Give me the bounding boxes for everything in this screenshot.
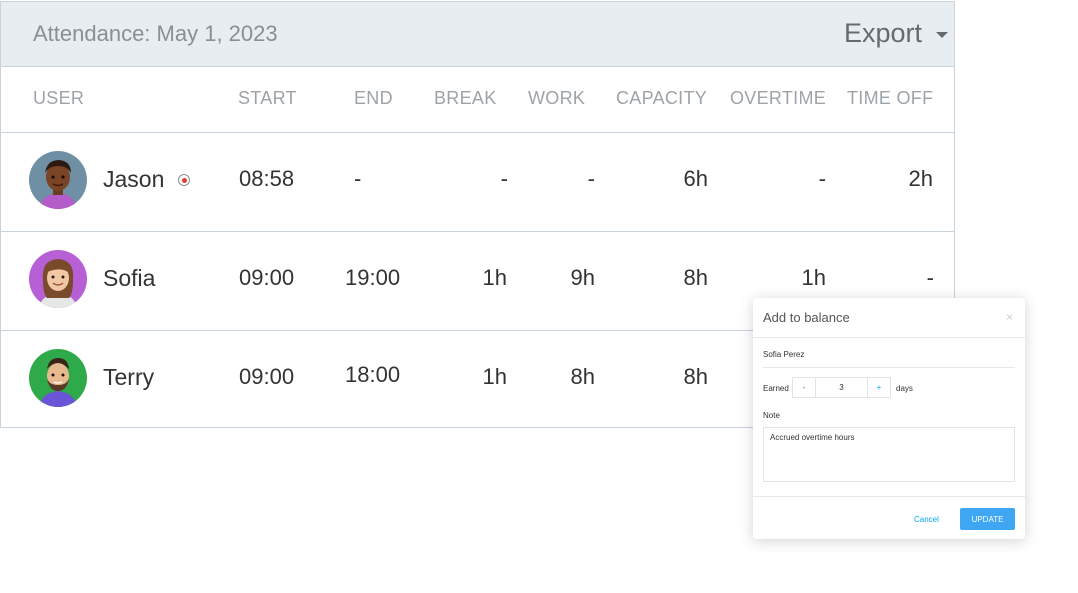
col-work[interactable]: WORK xyxy=(528,88,585,109)
panel-header: Attendance: May 1, 2023 Export xyxy=(1,2,954,67)
earned-stepper: - 3 + xyxy=(792,377,891,398)
divider xyxy=(763,367,1015,368)
dialog-header: Add to balance × xyxy=(753,298,1025,338)
earned-label: Earned xyxy=(763,384,789,393)
user-name[interactable]: Jason xyxy=(103,166,164,193)
avatar xyxy=(29,349,87,407)
col-end[interactable]: END xyxy=(354,88,393,109)
cell-work: - xyxy=(587,166,595,191)
earned-value-input[interactable]: 3 xyxy=(816,378,867,397)
divider xyxy=(753,496,1025,497)
table-header: USER START END BREAK WORK CAPACITY OVERT… xyxy=(1,67,954,133)
cell-start: 08:58 xyxy=(239,166,295,191)
recording-icon xyxy=(178,174,190,186)
col-capacity[interactable]: CAPACITY xyxy=(616,88,707,109)
avatar xyxy=(29,250,87,308)
dialog-title: Add to balance xyxy=(763,310,850,325)
cell-time-off: - xyxy=(926,265,934,290)
decrement-button[interactable]: - xyxy=(793,378,816,397)
avatar xyxy=(29,151,87,209)
note-textarea[interactable]: Accrued overtime hours xyxy=(763,427,1015,482)
cell-time-off: 2h xyxy=(908,166,933,191)
cell-overtime: 1h xyxy=(801,265,826,290)
close-icon[interactable]: × xyxy=(1006,310,1013,324)
col-user[interactable]: USER xyxy=(33,88,84,109)
cell-end: - xyxy=(354,166,362,191)
cell-end: 18:00 xyxy=(345,362,401,387)
days-unit-label: days xyxy=(896,384,913,393)
cell-work: 9h xyxy=(570,265,595,290)
page-title: Attendance: May 1, 2023 xyxy=(33,21,278,46)
note-label: Note xyxy=(763,411,780,420)
cell-break: - xyxy=(500,166,508,191)
user-name[interactable]: Sofia xyxy=(103,265,155,292)
caret-down-icon xyxy=(936,32,948,38)
export-label: Export xyxy=(843,18,922,48)
increment-button[interactable]: + xyxy=(867,378,890,397)
user-name[interactable]: Terry xyxy=(103,364,154,391)
col-start[interactable]: START xyxy=(238,88,297,109)
export-dropdown[interactable]: Export xyxy=(844,18,948,49)
cell-end: 19:00 xyxy=(345,265,401,290)
cell-start: 09:00 xyxy=(239,364,295,389)
col-overtime[interactable]: OVERTIME xyxy=(730,88,826,109)
add-to-balance-dialog: Add to balance × Sofia Perez Earned - 3 … xyxy=(753,298,1025,539)
dialog-user-name: Sofia Perez xyxy=(763,350,805,359)
table-row[interactable]: Jason 08:58 - - - 6h - 2h xyxy=(1,133,954,232)
cell-break: 1h xyxy=(482,265,507,290)
cell-capacity: 8h xyxy=(683,364,708,389)
update-button[interactable]: UPDATE xyxy=(960,508,1015,530)
col-break[interactable]: BREAK xyxy=(434,88,497,109)
cancel-button[interactable]: Cancel xyxy=(914,515,939,524)
cell-overtime: - xyxy=(818,166,826,191)
cell-start: 09:00 xyxy=(239,265,295,290)
cell-break: 1h xyxy=(482,364,507,389)
cell-work: 8h xyxy=(570,364,595,389)
cell-capacity: 8h xyxy=(683,265,708,290)
col-time-off[interactable]: TIME OFF xyxy=(847,88,933,109)
cell-capacity: 6h xyxy=(683,166,708,191)
